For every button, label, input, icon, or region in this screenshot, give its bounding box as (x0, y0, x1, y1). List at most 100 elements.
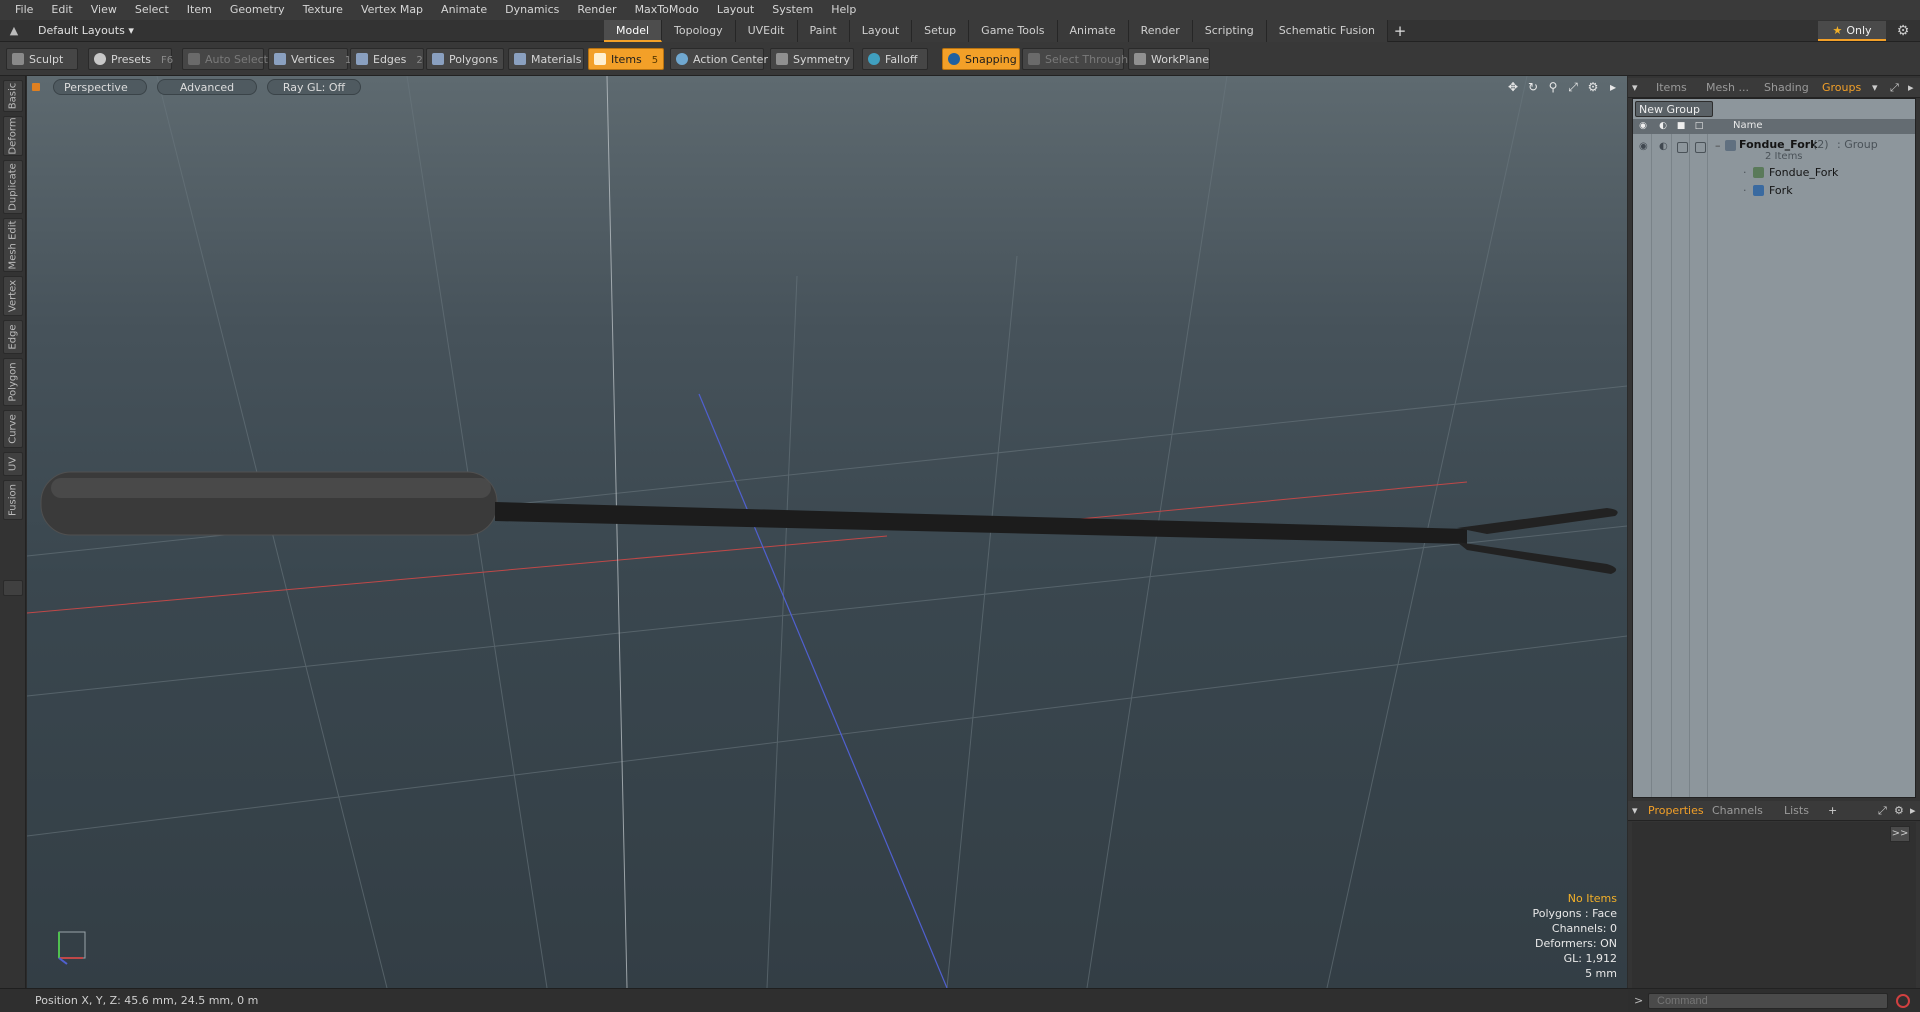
tab-setup[interactable]: Setup (912, 20, 970, 42)
move-view-icon[interactable]: ✥ (1503, 80, 1523, 94)
tab-layout[interactable]: Layout (849, 20, 913, 42)
menu-select[interactable]: Select (126, 0, 178, 20)
tab-game-tools[interactable]: Game Tools (969, 20, 1058, 42)
maximize-view-icon[interactable]: ⤢ (1563, 80, 1583, 94)
menu-maxtomodo[interactable]: MaxToModo (626, 0, 708, 20)
vtab-edge[interactable]: Edge (3, 320, 23, 354)
menu-help[interactable]: Help (822, 0, 865, 20)
tab-render[interactable]: Render (1128, 20, 1193, 42)
command-input[interactable] (1648, 993, 1888, 1009)
layouts-dropdown[interactable]: Default Layouts ▾ (30, 23, 142, 39)
vtab-mesh-edit[interactable]: Mesh Edit (3, 218, 23, 272)
menu-file[interactable]: File (6, 0, 42, 20)
sculpt-button[interactable]: Sculpt (6, 48, 78, 70)
vtab-vertex[interactable]: Vertex (3, 276, 23, 316)
expand-arrow-icon[interactable]: ▸ (1603, 80, 1623, 94)
gear-icon[interactable]: ⚙ (1894, 22, 1912, 40)
panel-gear-icon[interactable]: ⚙ (1894, 801, 1904, 821)
menu-system[interactable]: System (763, 0, 822, 20)
menu-edit[interactable]: Edit (42, 0, 81, 20)
name-column-header[interactable]: Name (1733, 120, 1763, 131)
only-toggle[interactable]: ★ Only (1818, 21, 1886, 41)
menu-vertex-map[interactable]: Vertex Map (352, 0, 432, 20)
menu-animate[interactable]: Animate (432, 0, 496, 20)
menu-view[interactable]: View (82, 0, 126, 20)
menu-item[interactable]: Item (178, 0, 221, 20)
panel-menu-icon[interactable]: ▾ (1632, 78, 1638, 98)
edges-button[interactable]: Edges 2 (350, 48, 424, 70)
polygons-button[interactable]: Polygons (426, 48, 504, 70)
render-icon[interactable]: ◐ (1659, 141, 1668, 152)
viewport-menu-icon[interactable] (32, 83, 40, 91)
vtab-duplicate[interactable]: Duplicate (3, 160, 23, 214)
presets-button[interactable]: Presets F6 (88, 48, 173, 70)
tree-row[interactable]: · Fondue_Fork (1633, 165, 1915, 181)
rotate-view-icon[interactable]: ↻ (1523, 80, 1543, 94)
raygl-button[interactable]: Ray GL: Off (267, 79, 361, 95)
visibility-col-icon[interactable]: ◉ (1637, 121, 1649, 132)
lock-col-icon[interactable]: ■ (1675, 121, 1687, 132)
3d-viewport[interactable]: Perspective Advanced Ray GL: Off ✥ ↻ ⚲ ⤢… (27, 76, 1627, 988)
panel-maximize-icon[interactable]: ⤢ (1890, 78, 1899, 98)
workplane-button[interactable]: WorkPlane (1128, 48, 1210, 70)
symmetry-button[interactable]: Symmetry (770, 48, 854, 70)
falloff-button[interactable]: Falloff (862, 48, 928, 70)
tab-scripting[interactable]: Scripting (1192, 20, 1267, 42)
vtab-curve[interactable]: Curve (3, 410, 23, 448)
vtab-basic[interactable]: Basic (3, 80, 23, 112)
panel-arrow-icon[interactable]: ▸ (1908, 78, 1914, 98)
new-group-button[interactable]: New Group (1635, 101, 1713, 117)
panel-arrow-icon[interactable]: ▸ (1910, 801, 1916, 821)
tab-channels[interactable]: Channels (1712, 801, 1763, 821)
menu-dynamics[interactable]: Dynamics (496, 0, 568, 20)
vtab-fusion[interactable]: Fusion (3, 480, 23, 520)
bottom-panel-menu-icon[interactable]: ▾ (1632, 801, 1638, 821)
select-col-icon[interactable]: □ (1693, 121, 1705, 132)
tab-topology[interactable]: Topology (662, 20, 736, 42)
menu-texture[interactable]: Texture (294, 0, 352, 20)
items-button[interactable]: Items 5 (588, 48, 664, 70)
vtab-deform[interactable]: Deform (3, 116, 23, 156)
tabs-dropdown-icon[interactable]: ▾ (1872, 78, 1878, 98)
select-through-button[interactable]: Select Through (1022, 48, 1128, 70)
tab-paint[interactable]: Paint (797, 20, 850, 42)
lock-checkbox[interactable] (1677, 142, 1688, 153)
collapse-icon[interactable]: ▲ (6, 23, 22, 39)
tab-lists[interactable]: Lists (1784, 801, 1809, 821)
collapse-arrow-icon[interactable]: – (1715, 139, 1721, 152)
tab-properties[interactable]: Properties (1648, 801, 1704, 821)
vtab-uv[interactable]: UV (3, 452, 23, 476)
record-icon[interactable] (1896, 994, 1910, 1008)
group-row[interactable]: ◉ ◐ – Fondue_Fork (2) : Group 2 Items (1633, 137, 1915, 163)
tab-animate[interactable]: Animate (1057, 20, 1129, 42)
materials-button[interactable]: Materials (508, 48, 584, 70)
collapse-tabs-button[interactable] (3, 580, 23, 596)
tab-schematic-fusion[interactable]: Schematic Fusion (1266, 20, 1389, 42)
vtab-polygon[interactable]: Polygon (3, 358, 23, 406)
tab-shading[interactable]: Shading (1764, 78, 1809, 98)
tree-row[interactable]: · Fork (1633, 183, 1915, 199)
menu-render[interactable]: Render (568, 0, 625, 20)
action-center-button[interactable]: Action Center (670, 48, 768, 70)
menu-layout[interactable]: Layout (708, 0, 763, 20)
auto-select-button[interactable]: Auto Select (182, 48, 268, 70)
zoom-view-icon[interactable]: ⚲ (1543, 80, 1563, 94)
view-settings-icon[interactable]: ⚙ (1583, 80, 1603, 94)
eye-icon[interactable]: ◉ (1639, 141, 1648, 152)
expand-button[interactable]: >> (1890, 826, 1910, 842)
tab-items[interactable]: Items (1656, 78, 1687, 98)
add-tab-icon[interactable]: + (1828, 801, 1837, 821)
menu-geometry[interactable]: Geometry (221, 0, 294, 20)
select-checkbox[interactable] (1695, 142, 1706, 153)
panel-maximize-icon[interactable]: ⤢ (1878, 801, 1887, 821)
snapping-button[interactable]: Snapping (942, 48, 1020, 70)
perspective-button[interactable]: Perspective (53, 79, 147, 95)
advanced-button[interactable]: Advanced (157, 79, 257, 95)
render-col-icon[interactable]: ◐ (1657, 121, 1669, 132)
tab-groups[interactable]: Groups (1822, 78, 1861, 98)
tab-model[interactable]: Model (604, 20, 663, 42)
add-tab-icon[interactable]: + (1388, 20, 1412, 42)
tab-mesh[interactable]: Mesh ... (1706, 78, 1749, 98)
vertices-button[interactable]: Vertices 1 (268, 48, 351, 70)
tab-uvedit[interactable]: UVEdit (735, 20, 798, 42)
